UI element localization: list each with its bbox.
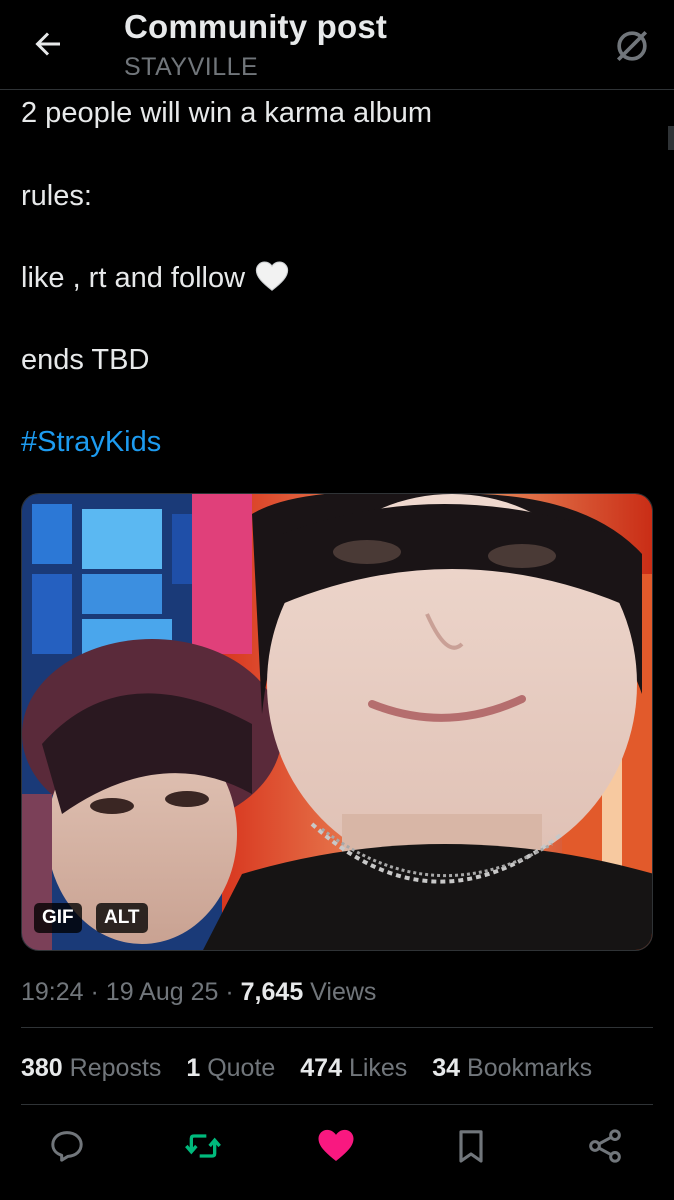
reply-icon — [51, 1131, 83, 1162]
reposts-count: 380 — [21, 1054, 63, 1082]
bookmarks-stat[interactable]: 34 Bookmarks — [432, 1054, 592, 1082]
alt-badge[interactable]: ALT — [96, 903, 148, 933]
post-line-1: 2 people will win a karma album — [21, 97, 433, 129]
meta-separator: · — [90, 978, 99, 1006]
no-symbol-icon[interactable] — [610, 24, 654, 68]
header-bar: Community post STAYVILLE — [0, 0, 674, 90]
bookmarks-label: Bookmarks — [467, 1054, 593, 1082]
back-arrow-icon — [35, 32, 60, 56]
gif-badge[interactable]: GIF — [34, 903, 82, 933]
views-label: Views — [310, 978, 377, 1006]
reposts-label: Reposts — [69, 1054, 162, 1082]
white-heart-emoji — [255, 260, 289, 292]
back-button[interactable] — [30, 26, 66, 62]
bookmark-button[interactable] — [451, 1126, 491, 1166]
repost-button[interactable] — [183, 1126, 223, 1166]
post-time[interactable]: 19:24 — [21, 978, 84, 1006]
likes-count: 474 — [300, 1054, 342, 1082]
quotes-label: Quote — [207, 1054, 276, 1082]
share-icon — [589, 1129, 621, 1163]
meta-separator: · — [225, 978, 234, 1006]
likes-stat[interactable]: 474 Likes — [300, 1054, 407, 1082]
divider — [21, 1104, 653, 1105]
like-button[interactable] — [316, 1126, 356, 1166]
engagement-stats: 380 Reposts 1 Quote 474 Likes 34 Bookmar… — [21, 1054, 610, 1083]
reply-button[interactable] — [47, 1126, 87, 1166]
post-line-3-wrap: like , rt and follow — [21, 260, 289, 295]
bookmarks-count: 34 — [432, 1054, 461, 1082]
scrollbar[interactable] — [668, 126, 674, 150]
post-date[interactable]: 19 Aug 25 — [106, 978, 219, 1006]
action-bar — [0, 1118, 674, 1174]
quotes-count: 1 — [186, 1054, 201, 1082]
bookmark-icon — [459, 1130, 483, 1163]
page-title: Community post — [124, 8, 388, 45]
reposts-stat[interactable]: 380 Reposts — [21, 1054, 161, 1082]
community-name[interactable]: STAYVILLE — [124, 53, 258, 82]
post-meta: 19:24 · 19 Aug 25 · 7,645 Views — [21, 978, 376, 1007]
post-line-2: rules: — [21, 180, 92, 212]
hashtag-link[interactable]: #StrayKids — [21, 426, 161, 459]
post-line-4: ends TBD — [21, 344, 150, 376]
share-button[interactable] — [585, 1126, 625, 1166]
quotes-stat[interactable]: 1 Quote — [186, 1054, 275, 1082]
gif-image — [22, 494, 652, 950]
divider — [21, 1027, 653, 1028]
views-count: 7,645 — [240, 978, 304, 1006]
post-media-gif[interactable]: GIF ALT — [21, 493, 653, 951]
like-icon — [318, 1129, 354, 1161]
repost-icon — [185, 1134, 221, 1158]
post-line-3: like , rt and follow — [21, 262, 246, 294]
likes-label: Likes — [348, 1054, 408, 1082]
